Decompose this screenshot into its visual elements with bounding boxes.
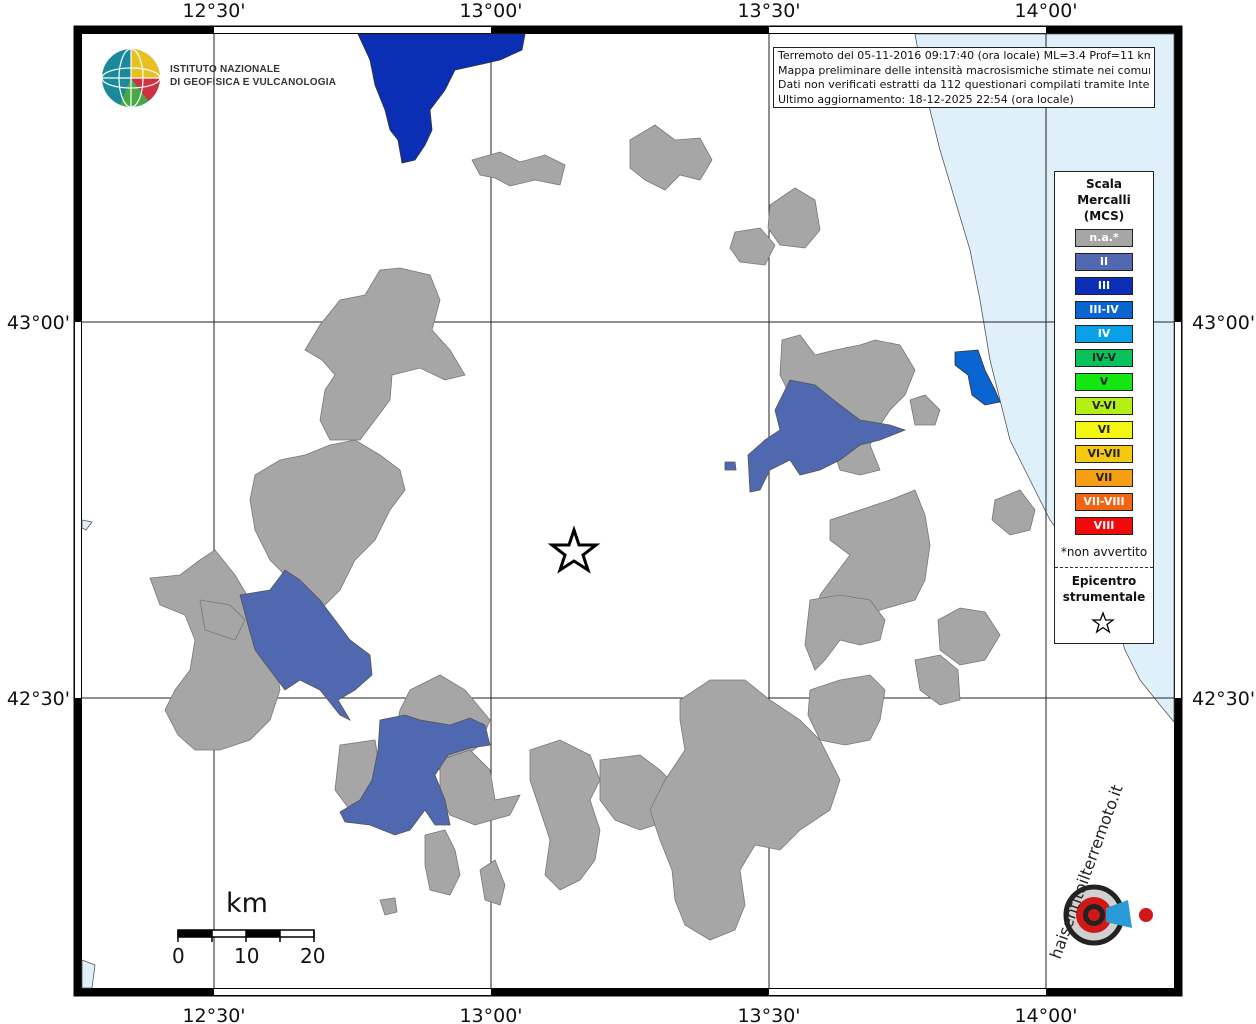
lon-label-bottom-1: 12°30': [182, 1005, 245, 1024]
event-info-line3: Dati non verificati estratti da 112 ques…: [778, 78, 1150, 91]
lon-label-bottom-2: 13°00': [459, 1005, 522, 1024]
legend-epicenter-line2: strumentale: [1062, 590, 1146, 604]
legend-swatch-ii: II: [1075, 253, 1133, 271]
lon-label-top-3: 13°30': [737, 0, 800, 22]
legend-separator: [1055, 567, 1153, 568]
legend-swatch-iv: IV: [1075, 325, 1133, 343]
legend-swatch-iv-v: IV-V: [1075, 349, 1133, 367]
scale-tick-10: 10: [234, 944, 260, 968]
legend-title-line2: Mercalli: [1077, 193, 1131, 207]
event-info-line2: Mappa preliminare delle intensità macros…: [778, 63, 1150, 77]
ingv-logo-icon: [101, 48, 161, 108]
event-info-line1: Terremoto del 05-11-2016 09:17:40 (ora l…: [778, 49, 1150, 62]
lat-label-right-1: 43°00': [1192, 312, 1255, 334]
lon-label-bottom-3: 13°30': [737, 1005, 800, 1024]
legend-title-line1: Scala: [1085, 177, 1123, 191]
lon-label-top-2: 13°00': [459, 0, 522, 22]
legend-swatch-vi: VI: [1075, 421, 1133, 439]
legend-swatch-viii: VIII: [1075, 517, 1133, 535]
scale-unit-label: km: [226, 888, 268, 919]
lon-label-top-4: 14°00': [1014, 0, 1077, 22]
lon-label-top-1: 12°30': [182, 0, 245, 22]
legend-epicenter-line1: Epicentro: [1071, 574, 1137, 588]
event-info-box: Terremoto del 05-11-2016 09:17:40 (ora l…: [773, 47, 1155, 108]
legend-swatch-n-a: n.a.*: [1075, 229, 1133, 247]
legend-swatch-iii-iv: III-IV: [1075, 301, 1133, 319]
lat-label-left-2: 42°30': [7, 688, 70, 710]
legend-title-line3: (MCS): [1083, 209, 1125, 223]
ingv-logo-line2: DI GEOFISICA E VULCANOLOGIA: [170, 77, 337, 88]
legend-epicenter-label: Epicentro strumentale: [1055, 573, 1153, 605]
intensity-legend: Scala Mercalli (MCS) n.a.* II III III-IV IV I…: [1054, 171, 1154, 644]
legend-star-icon: [1091, 611, 1115, 634]
legend-swatch-vii-viii: VII-VIII: [1075, 493, 1133, 511]
legend-swatch-vii: VII: [1075, 469, 1133, 487]
ingv-logo-text: ISTITUTO NAZIONALE DI GEOFISICA E VULCAN…: [170, 63, 336, 89]
legend-swatch-iii: III: [1075, 277, 1133, 295]
ingv-logo-line1: ISTITUTO NAZIONALE: [170, 64, 281, 75]
scale-tick-20: 20: [300, 944, 326, 968]
legend-title: Scala Mercalli (MCS): [1055, 176, 1153, 224]
legend-note: *non avvertito: [1060, 545, 1148, 559]
legend-swatch-v: V: [1075, 373, 1133, 391]
legend-swatch-vi-vii: VI-VII: [1075, 445, 1133, 463]
lat-label-right-2: 42°30': [1192, 688, 1255, 710]
lat-label-left-1: 43°00': [7, 312, 70, 334]
event-info-line4: Ultimo aggiornamento: 18-12-2025 22:54 (…: [778, 92, 1074, 106]
lon-label-bottom-4: 14°00': [1014, 1005, 1077, 1024]
scale-tick-0: 0: [172, 944, 185, 968]
legend-swatch-v-vi: V-VI: [1075, 397, 1133, 415]
